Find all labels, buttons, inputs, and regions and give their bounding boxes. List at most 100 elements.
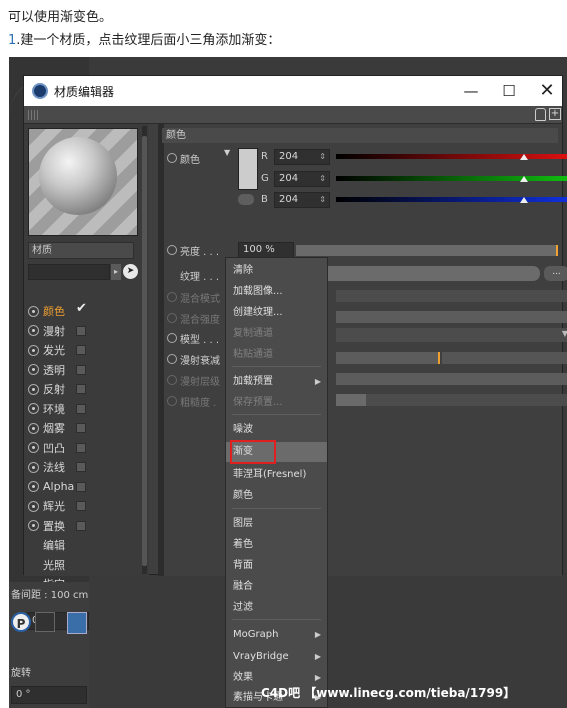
channel-item[interactable]: 凹凸 (28, 439, 134, 457)
channel-item[interactable]: 发光 (28, 341, 134, 359)
film-icon[interactable] (67, 612, 87, 634)
menu-item[interactable]: VrayBridge ▶ (226, 647, 327, 667)
channel-checkbox[interactable] (76, 481, 86, 492)
menu-item[interactable]: 背面 (226, 556, 327, 576)
r-slider-knob[interactable] (520, 154, 528, 160)
channel-checkbox[interactable] (76, 384, 86, 394)
menu-item[interactable]: MoGraph ▶ (226, 625, 327, 645)
color-menu-arrow-icon[interactable]: ▼ (224, 148, 230, 157)
channel-item[interactable]: 透明 (28, 361, 134, 379)
color-mode-button[interactable] (238, 194, 254, 205)
channel-radio-icon[interactable] (28, 344, 39, 356)
roughness-slider[interactable] (336, 394, 366, 406)
r-spinner-icon[interactable]: ⇕ (319, 150, 326, 164)
maximize-button[interactable]: ☐ (490, 76, 528, 106)
channel-radio-icon[interactable] (28, 442, 39, 453)
channel-radio-icon[interactable] (28, 520, 39, 531)
channel-radio-icon[interactable] (28, 422, 39, 434)
channel-checkmark-icon[interactable]: ✔ (76, 301, 87, 316)
channel-radio-icon[interactable] (28, 364, 39, 375)
close-button[interactable]: ✕ (528, 76, 566, 106)
channel-radio-icon[interactable] (28, 403, 39, 414)
diffuse-falloff-slider[interactable] (336, 352, 440, 364)
brightness-radio[interactable] (167, 245, 177, 255)
channel-checkbox[interactable] (76, 462, 86, 472)
roughness-track[interactable] (366, 394, 567, 406)
r-slider[interactable] (336, 154, 567, 160)
menu-item[interactable]: 加载预置 ▶ (226, 372, 327, 392)
diffuse-falloff-radio[interactable] (167, 354, 177, 364)
material-link-field[interactable] (28, 264, 110, 280)
keyframe-grid-icon[interactable] (35, 612, 55, 632)
channel-item[interactable]: 法线 (28, 458, 134, 476)
channel-radio-icon[interactable] (28, 481, 39, 492)
channel-checkbox[interactable] (76, 501, 86, 511)
b-field[interactable]: 204 ⇕ (274, 192, 330, 208)
mix-strength-radio[interactable] (167, 313, 177, 323)
diffuse-level-slider[interactable] (336, 373, 567, 385)
model-radio[interactable] (167, 333, 177, 343)
channel-item[interactable]: 反射 (28, 380, 134, 398)
mix-mode-radio[interactable] (167, 292, 177, 302)
channel-item[interactable]: 烟雾 (28, 419, 134, 437)
mix-strength-slider[interactable] (336, 311, 567, 323)
menu-item[interactable]: 清除 (226, 261, 327, 281)
channel-checkbox[interactable] (76, 520, 86, 531)
channel-radio-icon[interactable] (28, 383, 39, 395)
channel-item[interactable]: 颜色 ✔ (28, 301, 134, 320)
minimize-button[interactable]: — (452, 76, 490, 106)
color-radio[interactable] (167, 153, 177, 163)
pick-cursor-icon[interactable]: ➤ (123, 264, 138, 279)
angle-field[interactable]: 0 ° (11, 686, 87, 704)
channel-radio-icon[interactable] (28, 461, 39, 473)
diffuse-level-radio[interactable] (167, 375, 177, 385)
menu-item[interactable]: 加载图像... (226, 282, 327, 302)
menu-item[interactable]: 图层 (226, 514, 327, 534)
channel-item[interactable]: 辉光 (28, 497, 134, 515)
properties-scrollbar[interactable] (158, 124, 164, 576)
b-slider-knob[interactable] (520, 197, 528, 203)
channel-radio-icon[interactable] (28, 500, 39, 512)
g-spinner-icon[interactable]: ⇕ (319, 172, 326, 186)
menu-item[interactable]: 菲涅耳(Fresnel) (226, 465, 327, 485)
menu-item[interactable]: 颜色 (226, 486, 327, 506)
material-link-arrow-icon[interactable]: ▸ (111, 264, 121, 280)
model-dropdown[interactable] (336, 328, 567, 342)
brightness-field[interactable]: 100 % (238, 242, 294, 258)
channel-checkbox[interactable] (76, 345, 86, 355)
channel-checkbox[interactable] (76, 442, 86, 453)
material-preview[interactable] (28, 128, 138, 236)
channel-checkbox[interactable] (76, 364, 86, 375)
g-field[interactable]: 204 ⇕ (274, 171, 330, 187)
menu-item[interactable]: 噪波 (226, 420, 327, 440)
channel-item[interactable]: 置换 (28, 517, 134, 535)
lock-icon[interactable] (535, 108, 546, 121)
menu-item[interactable]: 粘贴通道 (226, 345, 327, 365)
b-slider[interactable] (336, 197, 567, 203)
r-field[interactable]: 204 ⇕ (274, 149, 330, 165)
p-tag-icon[interactable]: P (11, 612, 31, 632)
channel-radio-icon[interactable] (28, 325, 39, 336)
title-bar[interactable]: 材质编辑器 — ☐ ✕ (24, 76, 562, 106)
channel-checkbox[interactable] (76, 423, 86, 433)
material-name-field[interactable]: 材质 (28, 242, 134, 259)
mix-mode-dropdown[interactable] (336, 290, 567, 302)
menu-item[interactable]: 融合 (226, 577, 327, 597)
sidebar-extra-item[interactable]: 编辑 (28, 536, 134, 554)
brightness-slider[interactable] (296, 245, 558, 256)
menu-item[interactable]: 着色 (226, 535, 327, 555)
g-slider[interactable] (336, 176, 567, 182)
b-spinner-icon[interactable]: ⇕ (319, 193, 326, 207)
channel-item[interactable]: Alpha (28, 478, 134, 496)
texture-browse-button[interactable]: ... (544, 266, 567, 281)
g-slider-knob[interactable] (520, 176, 528, 182)
sidebar-scrollbar[interactable] (142, 126, 147, 574)
grip-icon[interactable] (28, 110, 40, 120)
color-swatch[interactable] (238, 148, 258, 190)
sidebar-scroll-thumb[interactable] (142, 136, 147, 566)
menu-item[interactable]: 创建纹理... (226, 303, 327, 323)
diffuse-falloff-track[interactable] (442, 352, 567, 364)
channel-checkbox[interactable] (76, 325, 86, 336)
channel-item[interactable]: 漫射 (28, 322, 134, 340)
channel-radio-icon[interactable] (28, 305, 39, 317)
